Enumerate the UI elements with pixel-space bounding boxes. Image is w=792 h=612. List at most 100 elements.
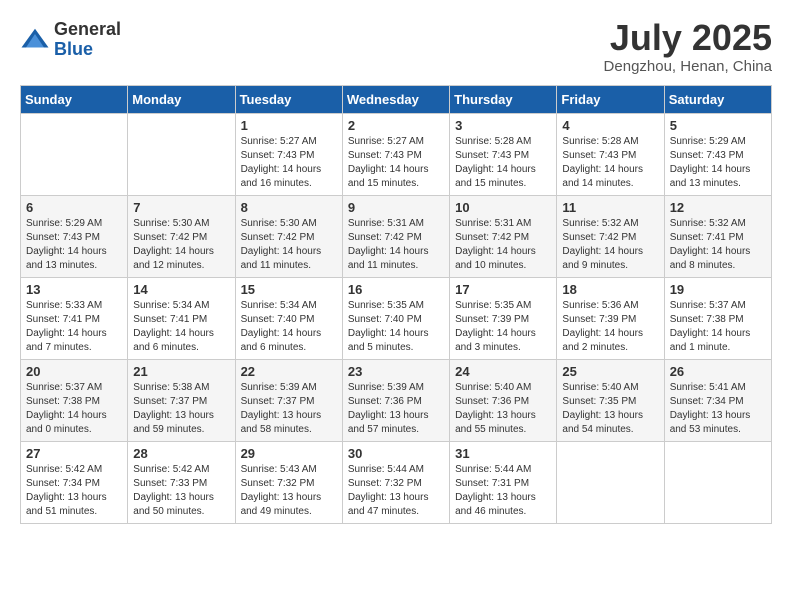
calendar-cell: 29Sunrise: 5:43 AM Sunset: 7:32 PM Dayli… — [235, 442, 342, 524]
calendar-week-4: 20 Sunrise: 5:37 AM Sunset: 7:38 PM Dayli… — [21, 360, 772, 442]
day-number: 22 — [241, 364, 337, 379]
calendar-cell: 1 Sunrise: 5:27 AM Sunset: 7:43 PM Daylig… — [235, 114, 342, 196]
day-number: 7 — [133, 200, 229, 215]
calendar-cell: 27 Sunrise: 5:42 AM Sunset: 7:34 PM Dayli… — [21, 442, 128, 524]
calendar-cell — [557, 442, 664, 524]
day-info: Sunrise: 5:43 AM Sunset: 7:32 PM Dayligh… — [241, 463, 337, 519]
day-number: 4 — [562, 118, 658, 133]
calendar-header-thursday: Thursday — [450, 86, 557, 114]
day-info: Sunrise: 5:31 AM Sunset: 7:42 PM Dayligh… — [455, 217, 551, 273]
day-info: Sunrise: 5:39 AM Sunset: 7:37 PM Dayligh… — [241, 381, 337, 437]
day-info: Sunrise: 5:37 AM Sunset: 7:38 PM Dayligh… — [670, 299, 766, 355]
calendar-header-row: SundayMondayTuesdayWednesdayThursdayFrid… — [21, 86, 772, 114]
calendar-header-wednesday: Wednesday — [342, 86, 449, 114]
day-info: Sunrise: 5:27 AM Sunset: 7:43 PM Dayligh… — [348, 135, 444, 191]
day-number: 18 — [562, 282, 658, 297]
day-number: 8 — [241, 200, 337, 215]
calendar-cell: 28 Sunrise: 5:42 AM Sunset: 7:33 PM Dayli… — [128, 442, 235, 524]
day-info: Sunrise: 5:35 AM Sunset: 7:40 PM Dayligh… — [348, 299, 444, 355]
logo-general-text: General — [54, 20, 121, 40]
calendar-cell: 26 Sunrise: 5:41 AM Sunset: 7:34 PM Dayli… — [664, 360, 771, 442]
calendar-cell — [664, 442, 771, 524]
page-header: General Blue July 2025 Dengzhou, Henan, … — [20, 20, 772, 75]
month-title: July 2025 — [604, 20, 772, 56]
calendar-cell: 25 Sunrise: 5:40 AM Sunset: 7:35 PM Dayli… — [557, 360, 664, 442]
calendar-cell: 31 Sunrise: 5:44 AM Sunset: 7:31 PM Dayli… — [450, 442, 557, 524]
day-number: 13 — [26, 282, 122, 297]
day-info: Sunrise: 5:28 AM Sunset: 7:43 PM Dayligh… — [455, 135, 551, 191]
day-info: Sunrise: 5:30 AM Sunset: 7:42 PM Dayligh… — [241, 217, 337, 273]
calendar-cell: 12Sunrise: 5:32 AM Sunset: 7:41 PM Dayli… — [664, 196, 771, 278]
day-info: Sunrise: 5:28 AM Sunset: 7:43 PM Dayligh… — [562, 135, 658, 191]
day-number: 16 — [348, 282, 444, 297]
calendar-header-sunday: Sunday — [21, 86, 128, 114]
day-info: Sunrise: 5:27 AM Sunset: 7:43 PM Dayligh… — [241, 135, 337, 191]
day-info: Sunrise: 5:29 AM Sunset: 7:43 PM Dayligh… — [26, 217, 122, 273]
day-info: Sunrise: 5:32 AM Sunset: 7:42 PM Dayligh… — [562, 217, 658, 273]
day-number: 11 — [562, 200, 658, 215]
day-number: 19 — [670, 282, 766, 297]
calendar-cell: 7Sunrise: 5:30 AM Sunset: 7:42 PM Daylig… — [128, 196, 235, 278]
day-info: Sunrise: 5:32 AM Sunset: 7:41 PM Dayligh… — [670, 217, 766, 273]
location-text: Dengzhou, Henan, China — [604, 58, 772, 75]
calendar-header-tuesday: Tuesday — [235, 86, 342, 114]
calendar-cell: 23Sunrise: 5:39 AM Sunset: 7:36 PM Dayli… — [342, 360, 449, 442]
calendar-cell: 5Sunrise: 5:29 AM Sunset: 7:43 PM Daylig… — [664, 114, 771, 196]
calendar-week-3: 13 Sunrise: 5:33 AM Sunset: 7:41 PM Dayli… — [21, 278, 772, 360]
calendar-week-5: 27 Sunrise: 5:42 AM Sunset: 7:34 PM Dayli… — [21, 442, 772, 524]
day-info: Sunrise: 5:38 AM Sunset: 7:37 PM Dayligh… — [133, 381, 229, 437]
calendar-cell: 14 Sunrise: 5:34 AM Sunset: 7:41 PM Dayli… — [128, 278, 235, 360]
day-number: 5 — [670, 118, 766, 133]
calendar-cell: 11 Sunrise: 5:32 AM Sunset: 7:42 PM Dayli… — [557, 196, 664, 278]
day-info: Sunrise: 5:44 AM Sunset: 7:31 PM Dayligh… — [455, 463, 551, 519]
calendar-cell: 20 Sunrise: 5:37 AM Sunset: 7:38 PM Dayli… — [21, 360, 128, 442]
day-info: Sunrise: 5:40 AM Sunset: 7:36 PM Dayligh… — [455, 381, 551, 437]
calendar-header-friday: Friday — [557, 86, 664, 114]
day-info: Sunrise: 5:33 AM Sunset: 7:41 PM Dayligh… — [26, 299, 122, 355]
calendar-cell: 15 Sunrise: 5:34 AM Sunset: 7:40 PM Dayli… — [235, 278, 342, 360]
calendar-cell — [128, 114, 235, 196]
calendar-cell: 19 Sunrise: 5:37 AM Sunset: 7:38 PM Dayli… — [664, 278, 771, 360]
calendar-cell: 10 Sunrise: 5:31 AM Sunset: 7:42 PM Dayli… — [450, 196, 557, 278]
day-number: 9 — [348, 200, 444, 215]
day-number: 15 — [241, 282, 337, 297]
calendar-cell: 30Sunrise: 5:44 AM Sunset: 7:32 PM Dayli… — [342, 442, 449, 524]
day-number: 1 — [241, 118, 337, 133]
day-number: 24 — [455, 364, 551, 379]
day-number: 25 — [562, 364, 658, 379]
day-number: 20 — [26, 364, 122, 379]
calendar-cell: 13 Sunrise: 5:33 AM Sunset: 7:41 PM Dayli… — [21, 278, 128, 360]
day-info: Sunrise: 5:42 AM Sunset: 7:34 PM Dayligh… — [26, 463, 122, 519]
day-info: Sunrise: 5:35 AM Sunset: 7:39 PM Dayligh… — [455, 299, 551, 355]
day-number: 6 — [26, 200, 122, 215]
day-info: Sunrise: 5:34 AM Sunset: 7:41 PM Dayligh… — [133, 299, 229, 355]
day-number: 10 — [455, 200, 551, 215]
day-info: Sunrise: 5:31 AM Sunset: 7:42 PM Dayligh… — [348, 217, 444, 273]
calendar-cell: 2Sunrise: 5:27 AM Sunset: 7:43 PM Daylig… — [342, 114, 449, 196]
day-number: 26 — [670, 364, 766, 379]
day-number: 31 — [455, 446, 551, 461]
day-info: Sunrise: 5:44 AM Sunset: 7:32 PM Dayligh… — [348, 463, 444, 519]
day-number: 21 — [133, 364, 229, 379]
logo-icon — [20, 25, 50, 55]
day-info: Sunrise: 5:40 AM Sunset: 7:35 PM Dayligh… — [562, 381, 658, 437]
day-number: 14 — [133, 282, 229, 297]
day-info: Sunrise: 5:41 AM Sunset: 7:34 PM Dayligh… — [670, 381, 766, 437]
logo-text: General Blue — [54, 20, 121, 60]
day-info: Sunrise: 5:39 AM Sunset: 7:36 PM Dayligh… — [348, 381, 444, 437]
title-block: July 2025 Dengzhou, Henan, China — [604, 20, 772, 75]
day-info: Sunrise: 5:34 AM Sunset: 7:40 PM Dayligh… — [241, 299, 337, 355]
day-number: 28 — [133, 446, 229, 461]
calendar-cell: 17 Sunrise: 5:35 AM Sunset: 7:39 PM Dayli… — [450, 278, 557, 360]
day-info: Sunrise: 5:37 AM Sunset: 7:38 PM Dayligh… — [26, 381, 122, 437]
calendar-cell: 22 Sunrise: 5:39 AM Sunset: 7:37 PM Dayli… — [235, 360, 342, 442]
calendar-header-monday: Monday — [128, 86, 235, 114]
day-number: 27 — [26, 446, 122, 461]
calendar-cell: 4 Sunrise: 5:28 AM Sunset: 7:43 PM Daylig… — [557, 114, 664, 196]
day-info: Sunrise: 5:42 AM Sunset: 7:33 PM Dayligh… — [133, 463, 229, 519]
calendar-cell: 16 Sunrise: 5:35 AM Sunset: 7:40 PM Dayli… — [342, 278, 449, 360]
calendar-header-saturday: Saturday — [664, 86, 771, 114]
calendar-week-2: 6 Sunrise: 5:29 AM Sunset: 7:43 PM Daylig… — [21, 196, 772, 278]
day-number: 17 — [455, 282, 551, 297]
day-number: 3 — [455, 118, 551, 133]
